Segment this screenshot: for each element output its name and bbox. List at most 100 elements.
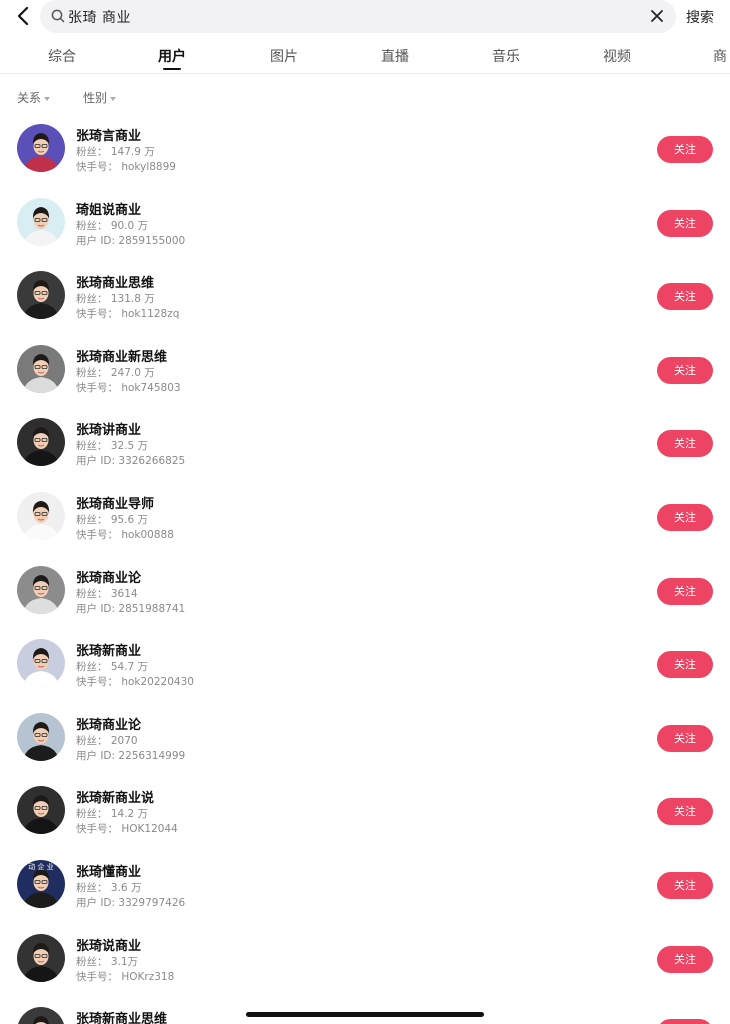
search-button[interactable]: 搜索 (686, 7, 714, 27)
caret-down-icon (44, 96, 51, 101)
follow-button[interactable]: 关注 (657, 430, 713, 458)
avatar[interactable] (17, 344, 65, 393)
avatar[interactable] (17, 933, 65, 982)
follow-button[interactable]: 关注 (657, 945, 713, 973)
user-name: 张琦新商业思维 (76, 1012, 168, 1024)
follow-button[interactable]: 关注 (657, 1019, 713, 1024)
avatar[interactable] (17, 418, 65, 467)
filter-relationship-label: 关系 (17, 91, 42, 105)
user-name: 张琦商业论 (76, 570, 142, 586)
user-result-item[interactable]: 张琦说商业 粉丝： 3.1万 快手号： HOKrz318 关注 (0, 924, 730, 998)
follow-button[interactable]: 关注 (657, 283, 713, 311)
tab-shop[interactable]: 商 (713, 46, 727, 66)
user-follower-count: 粉丝： 95.6 万 (76, 513, 149, 526)
user-account-id: 快手号： hok00888 (76, 528, 174, 541)
user-follower-count: 粉丝： 54.7 万 (76, 661, 149, 674)
user-result-item[interactable]: 张琦商业论 粉丝： 3614 用户 ID: 2851988741 关注 (0, 556, 730, 630)
user-follower-count: 粉丝： 32.5 万 (76, 440, 149, 453)
user-name: 张琦说商业 (76, 938, 142, 954)
follow-button[interactable]: 关注 (657, 651, 713, 679)
user-account-id: 快手号： hok20220430 (76, 676, 194, 689)
user-result-item[interactable]: 张琦商业导师 粉丝： 95.6 万快手号： hok00888 关注 (0, 482, 730, 556)
user-account-id: 用户 ID: 2859155000 (76, 234, 186, 247)
search-query-text: 张琦 商业 (68, 10, 131, 26)
search-icon (50, 8, 66, 24)
user-follower-count: 粉丝： 131.8 万 (76, 293, 155, 306)
user-account-id: 用户 ID: 3326266825 (76, 455, 186, 468)
user-account-id: 用户 ID: 2851988741 (76, 602, 186, 615)
user-name: 张琦商业论 (76, 717, 142, 733)
follow-button[interactable]: 关注 (657, 356, 713, 384)
avatar[interactable]: 动 企 业 (17, 859, 65, 908)
user-result-item[interactable]: 张琦商业思维 粉丝： 131.8 万快手号： hok1128zq 关注 (0, 261, 730, 335)
close-icon[interactable] (648, 7, 666, 25)
user-name: 张琦商业新思维 (76, 349, 168, 365)
user-name: 张琦商业思维 (76, 276, 155, 292)
user-result-item[interactable]: 琦姐说商业 粉丝： 90.0 万用户 ID: 2859155000 关注 (0, 188, 730, 262)
user-account-id: 快手号： hok745803 (76, 381, 181, 394)
user-follower-count: 粉丝： 14.2 万 (76, 808, 149, 821)
avatar[interactable] (17, 786, 65, 835)
user-result-item[interactable]: 动 企 业 张琦懂商业 粉丝： 3.6 万用户 ID: 3329797426 关注 (0, 850, 730, 924)
tab-music[interactable]: 音乐 (492, 46, 520, 66)
user-name: 张琦新商业说 (76, 791, 155, 807)
user-result-item[interactable]: 张琦新商业 粉丝： 54.7 万快手号： hok20220430 关注 (0, 629, 730, 703)
user-name: 张琦懂商业 (76, 864, 142, 880)
follow-button[interactable]: 关注 (657, 136, 713, 163)
user-name: 张琦商业导师 (76, 496, 155, 512)
avatar-caption: 动 企 业 (28, 862, 53, 871)
search-header: 张琦 商业 搜索 (0, 0, 730, 34)
follow-button[interactable]: 关注 (657, 798, 713, 826)
home-indicator (246, 1012, 484, 1017)
avatar[interactable] (17, 565, 65, 614)
user-follower-count: 粉丝： 2070 (76, 734, 138, 747)
follow-button[interactable]: 关注 (657, 503, 713, 531)
user-name: 张琦讲商业 (76, 423, 142, 439)
avatar[interactable] (17, 639, 65, 688)
search-input[interactable]: 张琦 商业 (40, 0, 676, 33)
tab-images[interactable]: 图片 (270, 46, 298, 66)
tab-users[interactable]: 用户 (158, 46, 186, 66)
user-name: 张琦新商业 (76, 644, 142, 660)
avatar[interactable] (17, 271, 65, 320)
active-tab-indicator (163, 68, 181, 70)
follow-button[interactable]: 关注 (657, 209, 713, 237)
follow-button[interactable]: 关注 (657, 724, 713, 752)
user-name: 张琦言商业 (76, 129, 142, 144)
tab-all[interactable]: 综合 (48, 46, 76, 66)
filter-gender-label: 性别 (83, 91, 108, 105)
user-result-item[interactable]: 张琦新商业说 粉丝： 14.2 万快手号： HOK12044 关注 (0, 776, 730, 850)
user-result-item[interactable]: 张琦讲商业 粉丝： 32.5 万用户 ID: 3326266825 关注 (0, 408, 730, 482)
user-follower-count: 粉丝： 3.6 万 (76, 881, 142, 894)
tab-live[interactable]: 直播 (381, 46, 409, 66)
user-follower-count: 粉丝： 3.1万 (76, 955, 139, 968)
user-follower-count: 粉丝： 147.9 万 (76, 146, 155, 158)
filter-relationship[interactable]: 关系 (17, 89, 51, 106)
tab-video[interactable]: 视频 (603, 46, 631, 66)
filter-gender[interactable]: 性别 (83, 89, 117, 106)
result-tabs: 综合 用户 图片 直播 音乐 视频 商 (0, 40, 730, 74)
user-account-id: 用户 ID: 2256314999 (76, 749, 186, 762)
user-result-item[interactable]: 张琦商业新思维 粉丝： 247.0 万快手号： hok745803 关注 (0, 335, 730, 409)
user-name: 琦姐说商业 (76, 202, 142, 218)
follow-button[interactable]: 关注 (657, 577, 713, 605)
user-result-item[interactable]: 张琦新商业思维关注 (0, 997, 730, 1024)
avatar[interactable] (17, 491, 65, 540)
user-follower-count: 粉丝： 3614 (76, 587, 138, 600)
caret-down-icon (110, 96, 117, 101)
user-result-list: 张琦言商业 粉丝： 147.9 万快手号： hokyl8899 关注 琦姐说商业 粉丝：… (0, 114, 730, 1024)
user-account-id: 用户 ID: 3329797426 (76, 896, 186, 909)
user-follower-count: 粉丝： 90.0 万 (76, 219, 149, 232)
user-follower-count: 粉丝： 247.0 万 (76, 366, 155, 379)
avatar[interactable] (17, 1007, 65, 1024)
user-account-id: 快手号： hokyl8899 (76, 161, 176, 173)
user-account-id: 快手号： hok1128zq (76, 308, 180, 321)
follow-button[interactable]: 关注 (657, 871, 713, 899)
user-result-item[interactable]: 张琦商业论 粉丝： 2070 用户 ID: 2256314999 关注 (0, 703, 730, 777)
chevron-left-icon[interactable] (12, 4, 36, 28)
avatar[interactable] (17, 197, 65, 246)
user-result-item[interactable]: 张琦言商业粉丝： 147.9 万快手号： hokyl8899 关注 (0, 114, 730, 188)
avatar[interactable] (17, 124, 65, 172)
user-account-id: 快手号： HOK12044 (76, 823, 178, 836)
avatar[interactable] (17, 712, 65, 761)
